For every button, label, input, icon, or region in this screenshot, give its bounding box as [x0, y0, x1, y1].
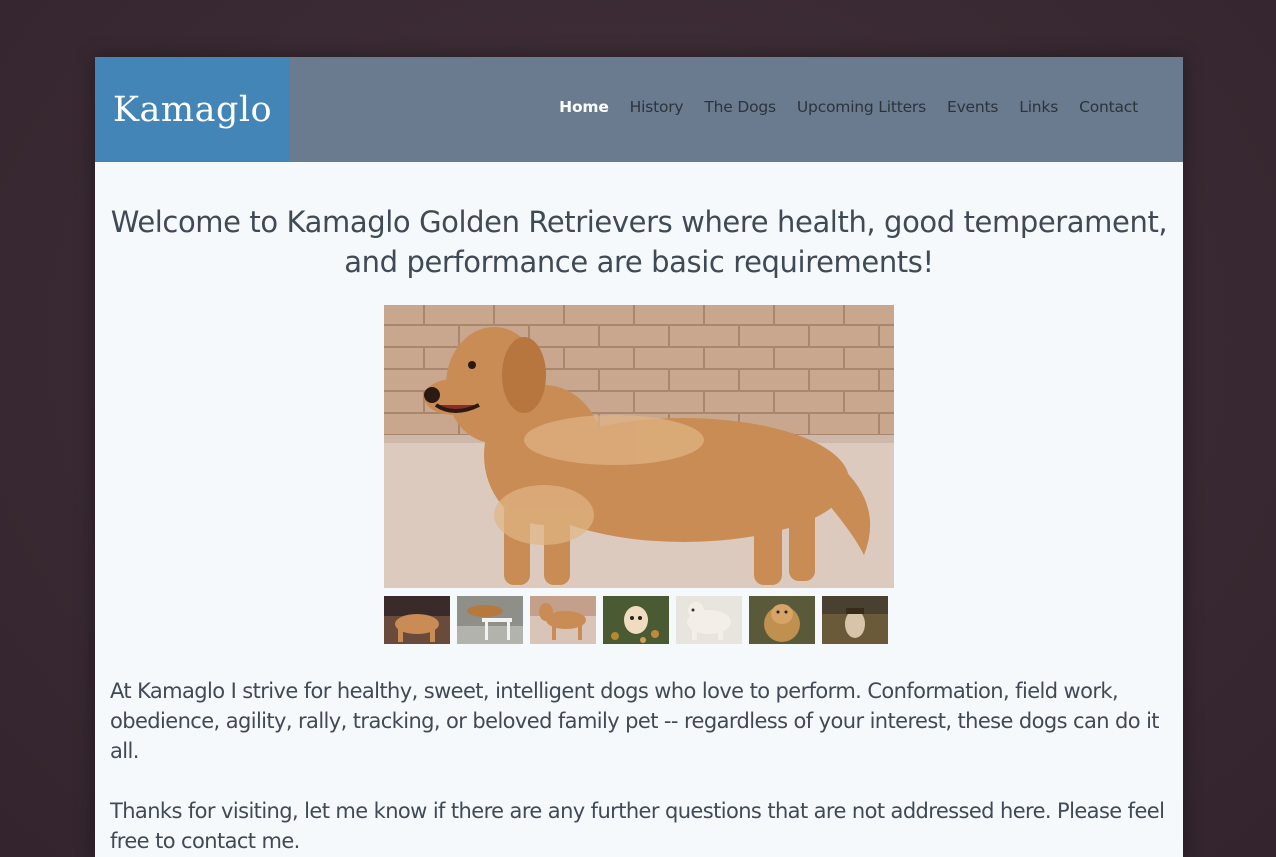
nav-links[interactable]: Links — [1019, 98, 1058, 116]
site-logo[interactable]: Kamaglo — [95, 57, 290, 162]
intro-paragraph: At Kamaglo I strive for healthy, sweet, … — [110, 679, 1160, 763]
nav-home[interactable]: Home — [559, 98, 609, 116]
thumbnail-5[interactable] — [676, 596, 742, 644]
thumbnail-4[interactable] — [603, 596, 669, 644]
logo-text[interactable]: Kamaglo — [113, 90, 272, 130]
nav-contact[interactable]: Contact — [1079, 98, 1138, 116]
thumbnail-2[interactable] — [457, 596, 523, 644]
main-nav: Home History The Dogs Upcoming Litters E… — [538, 98, 1138, 116]
nav-history[interactable]: History — [630, 98, 684, 116]
nav-the-dogs[interactable]: The Dogs — [704, 98, 776, 116]
welcome-headline: Welcome to Kamaglo Golden Retrievers whe… — [110, 205, 1168, 279]
thumbnail-strip — [384, 596, 894, 644]
main-dog-photo[interactable] — [384, 305, 894, 588]
thumbnail-7[interactable] — [822, 596, 888, 644]
thumbnail-6[interactable] — [749, 596, 815, 644]
contact-paragraph: Thanks for visiting, let me know if ther… — [110, 799, 1165, 853]
main-content: Welcome to Kamaglo Golden Retrievers whe… — [95, 162, 1183, 856]
page-container: Kamaglo Home History The Dogs Upcoming L… — [95, 57, 1183, 857]
nav-upcoming-litters[interactable]: Upcoming Litters — [797, 98, 926, 116]
thumbnail-1[interactable] — [384, 596, 450, 644]
site-header: Kamaglo Home History The Dogs Upcoming L… — [95, 57, 1183, 162]
photo-slider — [384, 305, 894, 644]
nav-events[interactable]: Events — [947, 98, 998, 116]
thumbnail-3[interactable] — [530, 596, 596, 644]
